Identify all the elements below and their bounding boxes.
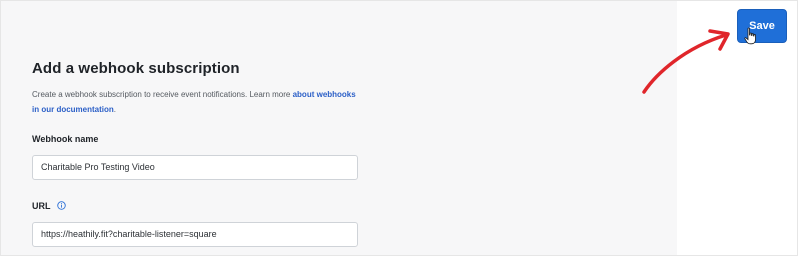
hand-pointer-cursor-icon: [744, 27, 756, 45]
description-text: Create a webhook subscription to receive…: [32, 90, 293, 99]
url-value: https://heathily.fit?charitable-listener…: [41, 229, 217, 239]
red-arrow-annotation-icon: [642, 29, 730, 94]
url-label: URL: [32, 201, 66, 211]
webhook-name-label-text: Webhook name: [32, 134, 99, 144]
webhook-name-input[interactable]: Charitable Pro Testing Video: [32, 155, 358, 180]
webhook-form-panel: Add a webhook subscription Create a webh…: [1, 1, 671, 255]
url-label-text: URL: [32, 201, 51, 211]
webhook-name-label: Webhook name: [32, 134, 98, 144]
page-title: Add a webhook subscription: [32, 60, 240, 77]
url-input[interactable]: https://heathily.fit?charitable-listener…: [32, 222, 358, 247]
description-period: .: [113, 105, 117, 114]
form-description: Create a webhook subscription to receive…: [32, 87, 364, 117]
info-circle-icon[interactable]: [56, 201, 66, 210]
webhook-name-value: Charitable Pro Testing Video: [41, 162, 155, 172]
